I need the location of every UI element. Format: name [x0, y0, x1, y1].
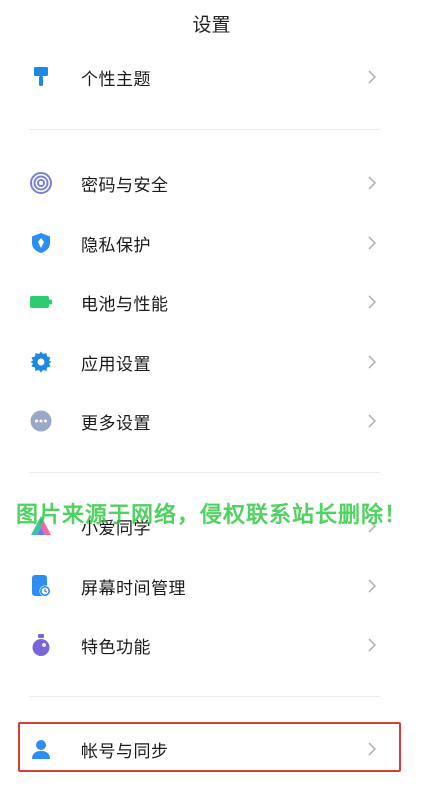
settings-item-label: 应用设置 [81, 354, 151, 375]
settings-item-features[interactable]: 特色功能 [0, 617, 423, 673]
xiaoai-icon [29, 514, 53, 538]
flask-icon [29, 633, 53, 657]
settings-item-label: 电池与性能 [81, 294, 169, 315]
gear-icon [29, 350, 53, 374]
settings-item-label: 特色功能 [81, 637, 151, 658]
chevron-right-icon [365, 352, 379, 372]
fingerprint-icon [29, 171, 53, 195]
chevron-right-icon [365, 292, 379, 312]
settings-item-label: 密码与安全 [81, 175, 169, 196]
divider [29, 129, 380, 130]
settings-item-app-settings[interactable]: 应用设置 [0, 334, 423, 390]
settings-item-battery[interactable]: 电池与性能 [0, 274, 423, 330]
settings-item-label: 隐私保护 [81, 235, 151, 256]
settings-item-screen-time[interactable]: 屏幕时间管理 [0, 558, 423, 614]
chevron-right-icon [365, 411, 379, 431]
highlight-box [18, 722, 401, 772]
page-title: 设置 [192, 14, 231, 36]
shield-icon [29, 231, 53, 255]
chevron-right-icon [365, 635, 379, 655]
settings-item-label: 小爱同学 [81, 518, 151, 539]
divider [29, 696, 380, 697]
battery-icon [29, 290, 53, 314]
settings-item-xiaoai[interactable]: 小爱同学 [0, 498, 423, 554]
more-dots-icon [29, 409, 53, 433]
screen-time-icon [29, 574, 53, 598]
settings-item-theme[interactable]: 个性主题 [0, 49, 423, 105]
divider [29, 472, 380, 473]
settings-item-more-settings[interactable]: 更多设置 [0, 393, 423, 449]
settings-item-label: 屏幕时间管理 [81, 578, 186, 599]
chevron-right-icon [365, 576, 379, 596]
settings-item-label: 个性主题 [81, 69, 151, 90]
chevron-right-icon [365, 67, 379, 87]
settings-item-password-security[interactable]: 密码与安全 [0, 155, 423, 211]
paintbrush-icon [29, 65, 53, 89]
settings-item-label: 更多设置 [81, 413, 151, 434]
settings-item-privacy[interactable]: 隐私保护 [0, 215, 423, 271]
chevron-right-icon [365, 173, 379, 193]
chevron-right-icon [365, 516, 379, 536]
chevron-right-icon [365, 233, 379, 253]
